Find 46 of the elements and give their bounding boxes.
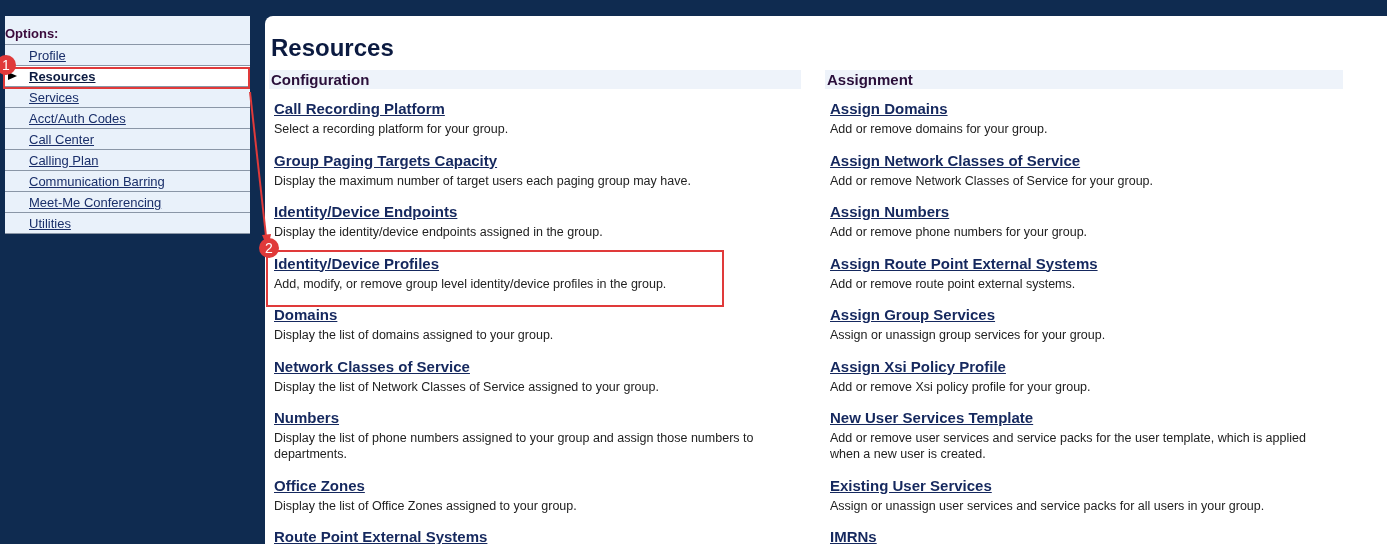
resource-link[interactable]: Assign Group Services: [830, 305, 996, 325]
step-number: 1: [0, 55, 16, 75]
resource-link[interactable]: Assign Xsi Policy Profile: [830, 356, 1006, 377]
resource-description: Assign or unassign user services and service packs for all users in your group.: [830, 497, 1266, 514]
resource-link[interactable]: Group Paging Targets Capacity: [274, 150, 498, 171]
resource-link[interactable]: Existing User Services: [830, 475, 992, 496]
resource-link[interactable]: Assign Domains: [830, 99, 948, 119]
sidebar-link[interactable]: Utilities: [29, 215, 71, 231]
resource-description: Add or remove domains for your group.: [830, 121, 1049, 137]
resource-description: Add or remove route point external systems.: [830, 275, 1077, 292]
resource-link[interactable]: Assign Route Point External Systems: [830, 253, 1098, 274]
resource-link[interactable]: New User Services Template: [830, 408, 1034, 428]
resource-link[interactable]: Office Zones: [274, 475, 365, 496]
sidebar-link[interactable]: Communication Barring: [29, 173, 165, 189]
resource-description: Add, modify, or remove group level identity/device profiles in the group.: [274, 275, 668, 292]
resource-link[interactable]: Domains: [274, 305, 338, 325]
resource-description: Display the list of domains assigned to your group.: [274, 327, 555, 343]
resource-link[interactable]: Assign Numbers: [830, 202, 950, 222]
resource-description: Add or remove user services and service packs for the user template, which is applied when a new user is created.: [830, 430, 1307, 462]
resource-link[interactable]: Network Classes of Service: [274, 356, 470, 377]
resource-description: Select a recording platform for your group.: [274, 121, 510, 137]
resource-description: Assign or unassign group services for your group.: [830, 327, 1107, 343]
resource-description: Display the identity/device endpoints assigned in the group.: [274, 224, 604, 240]
resource-link[interactable]: IMRNs: [830, 527, 877, 544]
resource-link[interactable]: Call Recording Platform: [274, 99, 445, 119]
resource-description: Display the list of Network Classes of Service assigned to your group.: [274, 378, 660, 395]
resource-link[interactable]: Assign Network Classes of Service: [830, 150, 1081, 171]
section-heading: Configuration: [269, 70, 801, 89]
sidebar-link[interactable]: Acct/Auth Codes: [29, 110, 126, 126]
resource-description: Add or remove Network Classes of Service for your group.: [830, 172, 1155, 189]
resource-description: Add or remove Xsi policy profile for your group.: [830, 378, 1092, 395]
sidebar-link[interactable]: Calling Plan: [29, 152, 99, 168]
sidebar-link[interactable]: Call Center: [29, 131, 95, 147]
step-number: 2: [259, 238, 279, 258]
resource-description: Display the list of phone numbers assigned to your group and assign those numbers to departments.: [274, 430, 755, 462]
options-heading: Options:: [5, 16, 250, 45]
sidebar-link[interactable]: Meet-Me Conferencing: [29, 194, 162, 210]
sidebar-link[interactable]: Profile: [29, 47, 66, 63]
resource-link[interactable]: Numbers: [274, 408, 340, 428]
resource-description: Add or remove phone numbers for your group.: [830, 224, 1089, 240]
resource-link[interactable]: Identity/Device Endpoints: [274, 202, 458, 222]
resource-description: Display the list of Office Zones assigned to your group.: [274, 497, 578, 514]
page-title: Resources: [271, 34, 395, 62]
sidebar-link[interactable]: Services: [29, 89, 79, 105]
resource-description: Display the maximum number of target users each paging group may have.: [274, 172, 692, 189]
section-heading: Assignment: [825, 70, 1343, 89]
